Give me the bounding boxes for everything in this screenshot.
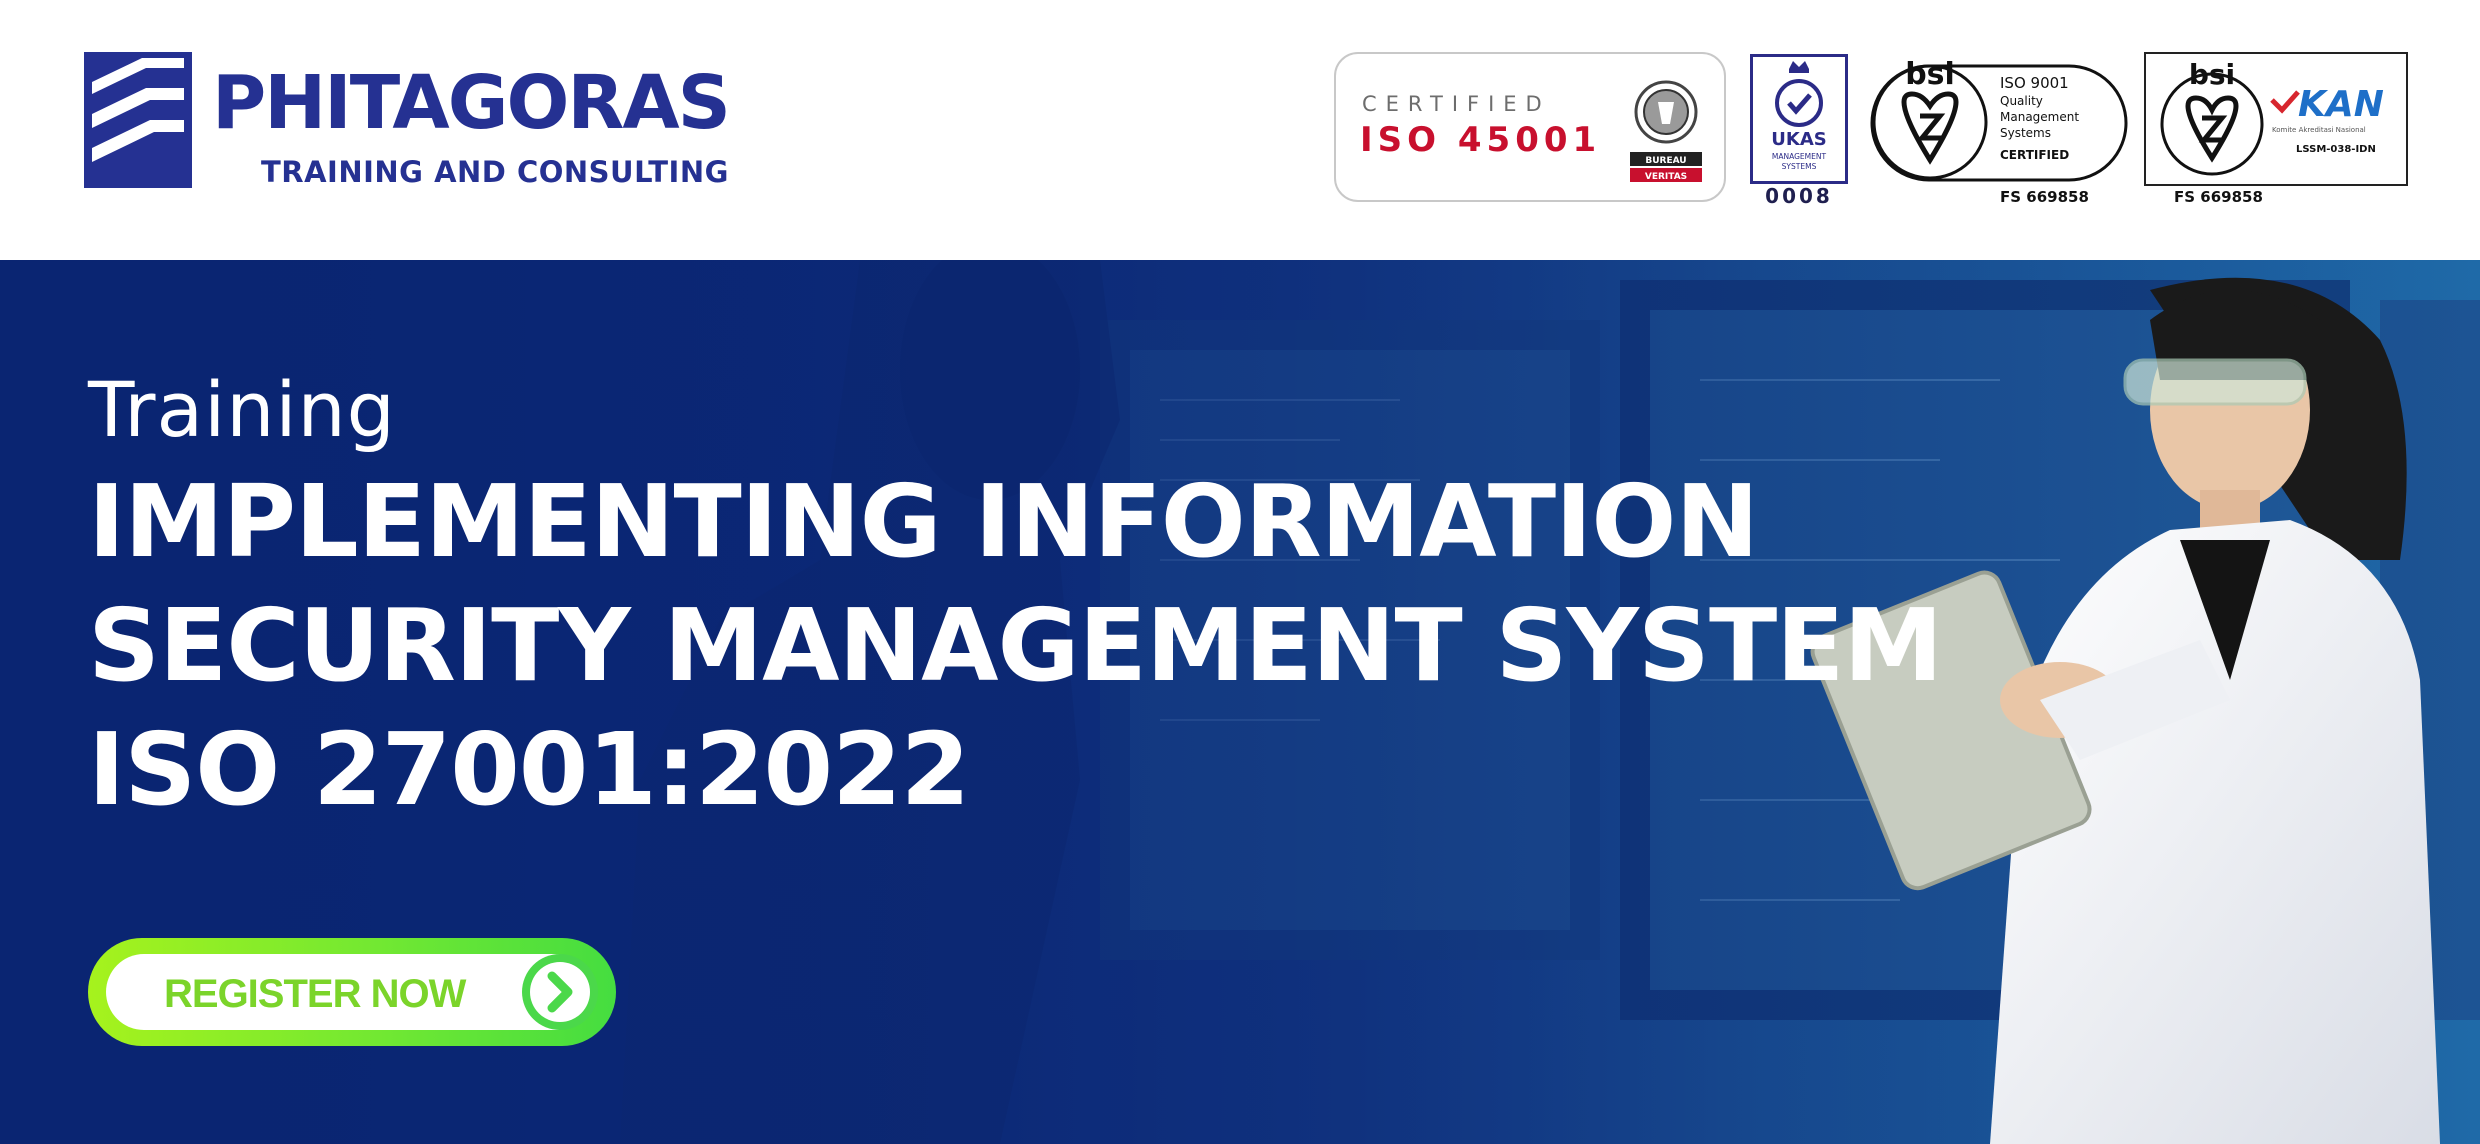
svg-text:UKAS: UKAS <box>1771 129 1826 150</box>
bsi-iso-9001-badge: bsi ISO 9001 Quality Management Systems … <box>1868 54 2130 184</box>
kan-check-icon <box>2270 90 2300 114</box>
svg-text:BUREAU: BUREAU <box>1645 156 1686 166</box>
hero-kicker: Training <box>88 365 396 454</box>
headline-line-3: ISO 27001:2022 <box>88 711 970 828</box>
ukas-crown-check-icon: UKAS MANAGEMENT SYSTEMS <box>1771 61 1827 171</box>
headline-line-1: IMPLEMENTING INFORMATION <box>88 463 1759 580</box>
kan-fs-number: FS 669858 <box>2174 188 2263 206</box>
kan-logo: KAN <box>2298 84 2384 125</box>
phitagoras-logo[interactable]: PHITAGORAS TRAINING AND CONSULTING <box>84 52 764 202</box>
ukas-number: 0008 <box>1765 184 1833 208</box>
iso-45001-badge: CERTIFIED ISO 45001 BUREAU VERITAS <box>1334 52 1726 202</box>
bsi-fs-number: FS 669858 <box>2000 188 2089 206</box>
page: PHITAGORAS TRAINING AND CONSULTING CERTI… <box>0 0 2480 1144</box>
svg-text:SYSTEMS: SYSTEMS <box>1782 162 1817 171</box>
ukas-badge: UKAS MANAGEMENT SYSTEMS <box>1750 54 1848 184</box>
logo-mark-icon <box>84 52 192 188</box>
svg-text:bsi: bsi <box>1905 57 1955 92</box>
hero-headline: IMPLEMENTING INFORMATION SECURITY MANAGE… <box>88 460 1988 832</box>
brand-tagline: TRAINING AND CONSULTING <box>261 155 729 189</box>
bsi-certified-label: CERTIFIED <box>2000 148 2070 162</box>
bsi-management-label: Management <box>2000 110 2080 124</box>
svg-text:VERITAS: VERITAS <box>1645 172 1687 182</box>
kan-lssm-number: LSSM-038-IDN <box>2296 144 2376 155</box>
bureau-veritas-seal-icon: BUREAU VERITAS <box>1630 80 1702 182</box>
hero-title-block: Training IMPLEMENTING INFORMATION SECURI… <box>88 372 1988 832</box>
register-now-label: REGISTER NOW <box>164 972 466 1016</box>
bsi-quality-label: Quality <box>2000 94 2043 108</box>
register-pill: REGISTER NOW <box>106 954 594 1030</box>
brand-name: PHITAGORAS <box>212 60 731 146</box>
register-now-button[interactable]: REGISTER NOW <box>88 938 616 1046</box>
chevron-right-icon[interactable] <box>522 954 598 1030</box>
header: PHITAGORAS TRAINING AND CONSULTING CERTI… <box>0 0 2480 260</box>
bsi-systems-label: Systems <box>2000 126 2051 140</box>
iso-45001-label: ISO 45001 <box>1360 120 1602 160</box>
svg-text:bsi: bsi <box>2189 58 2235 91</box>
kan-subtitle: Komite Akreditasi Nasional <box>2272 126 2366 134</box>
bsi-iso-9001-label: ISO 9001 <box>2000 74 2069 92</box>
bsi-kan-badge: bsi KAN Komite Akreditasi Nasional LSSM-… <box>2144 52 2408 186</box>
certified-label: CERTIFIED <box>1362 92 1551 116</box>
bsi-kitemark-icon: bsi <box>1870 57 2128 182</box>
svg-text:MANAGEMENT: MANAGEMENT <box>1772 152 1827 161</box>
headline-line-2: SECURITY MANAGEMENT SYSTEM <box>88 587 1943 704</box>
bsi-kitemark-icon: bsi <box>2160 58 2264 176</box>
hero-banner: Training IMPLEMENTING INFORMATION SECURI… <box>0 260 2480 1144</box>
